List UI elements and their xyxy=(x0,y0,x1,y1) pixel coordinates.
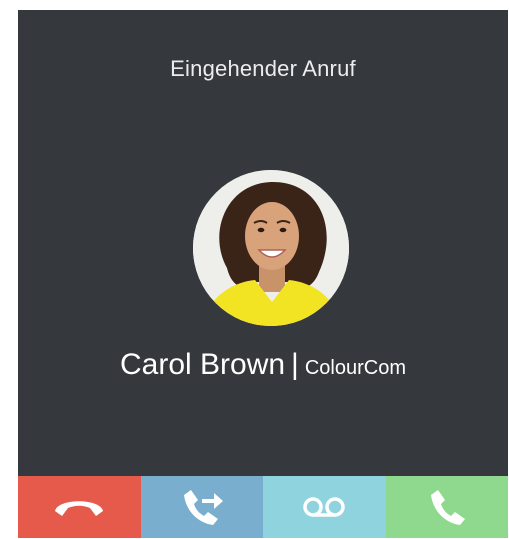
accept-call-button[interactable] xyxy=(385,476,508,538)
incoming-call-dialog: Eingehender Anruf Carol Brown | ColourCom xyxy=(18,10,508,538)
caller-company: ColourCom xyxy=(304,357,406,379)
hang-up-icon xyxy=(55,501,104,516)
voicemail-icon xyxy=(303,497,345,517)
transfer-call-button[interactable] xyxy=(140,476,263,538)
transfer-call-icon xyxy=(183,490,223,525)
send-to-voicemail-button[interactable] xyxy=(263,476,386,538)
caller-avatar xyxy=(193,170,349,326)
caller-name: Carol Brown xyxy=(119,348,286,381)
caller-info: Carol Brown | ColourCom xyxy=(18,348,508,382)
dialog-title: Eingehender Anruf xyxy=(170,56,356,81)
decline-call-button[interactable] xyxy=(18,476,141,538)
phone-icon xyxy=(430,490,465,525)
call-actions-bar xyxy=(18,476,508,538)
name-separator: | xyxy=(291,348,299,381)
avatar-portrait xyxy=(193,170,349,326)
